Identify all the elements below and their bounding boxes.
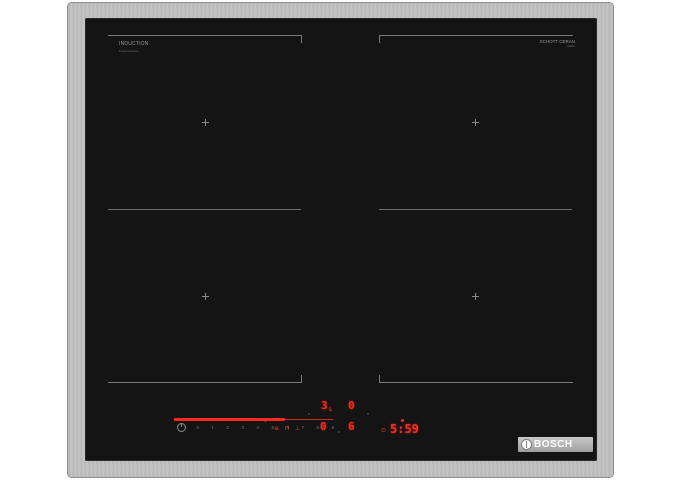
induction-label: INDUCTION Flexinduction <box>119 41 149 53</box>
induction-sublabel: Flexinduction <box>119 49 140 53</box>
zone-divider-left <box>108 209 301 210</box>
brand-badge: BOSCH <box>518 437 593 452</box>
power-level-tick[interactable]: 0 <box>196 425 199 431</box>
power-slider-fill <box>174 418 285 421</box>
power-level-tick[interactable]: 6 <box>286 425 289 431</box>
power-level-tick[interactable]: 5 <box>271 425 274 431</box>
timer-display: 5:59 <box>390 422 419 436</box>
zone-center-marker-bottom-left <box>202 293 209 300</box>
power-level-tick[interactable]: 7 <box>301 425 304 431</box>
bosch-logo-icon <box>522 440 531 449</box>
zone-level-display-b: 0 <box>348 399 355 412</box>
power-level-tick[interactable]: 8 <box>316 425 319 431</box>
brand-name: BOSCH <box>534 439 573 450</box>
glass-brand-sublabel: Glass <box>567 44 575 48</box>
zone-indicator-dot <box>338 431 340 433</box>
zone-level-display-d: 6 <box>348 420 355 433</box>
power-level-tick[interactable]: 1 <box>211 425 214 431</box>
zone-level-suffix-a: L <box>329 407 333 413</box>
zone-center-marker-top-right <box>472 119 479 126</box>
power-level-tick[interactable]: 4 <box>256 425 259 431</box>
power-slider-scale[interactable]: 0 1 2 3 4 5 6 7 8 9 <box>174 424 334 432</box>
timer-icon[interactable]: ⊙ <box>381 428 386 434</box>
ceramic-glass-surface: INDUCTION Flexinduction SCHOTT CERAN Gla… <box>85 18 597 461</box>
zone-indicator-dot <box>367 413 369 415</box>
power-level-tick[interactable]: 2 <box>226 425 229 431</box>
cooking-zone-back-left-corner <box>108 375 302 383</box>
power-level-tick[interactable]: 3 <box>241 425 244 431</box>
zone-divider-right <box>379 209 572 210</box>
power-level-tick[interactable]: 9 <box>331 425 334 431</box>
glass-brand-label: SCHOTT CERAN Glass <box>515 39 575 49</box>
zone-level-display-a: 3 <box>321 399 328 412</box>
zone-center-marker-bottom-right <box>472 293 479 300</box>
cooking-zone-back-right-corner <box>379 375 573 383</box>
zone-indicator-dot <box>308 413 310 415</box>
zone-center-marker-top-left <box>202 119 209 126</box>
